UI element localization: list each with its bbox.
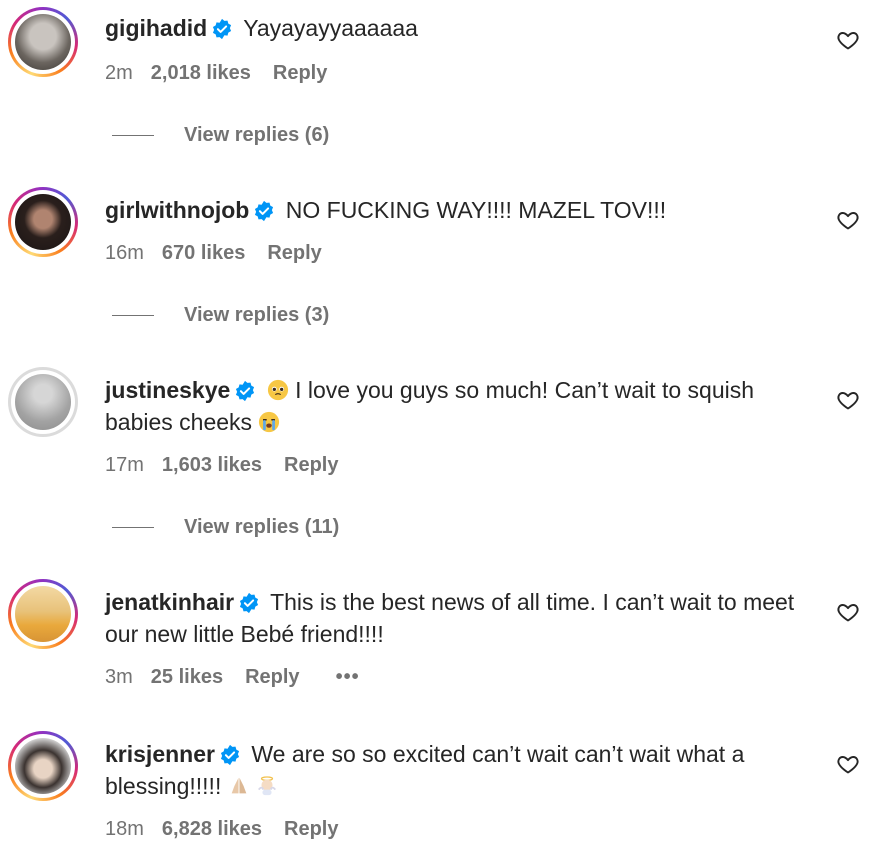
avatar-ring[interactable] — [8, 731, 78, 801]
verified-badge-icon — [240, 592, 259, 614]
divider-line — [112, 135, 154, 137]
divider-line — [112, 527, 154, 529]
comment-text: jenatkinhair This is the best news of al… — [105, 586, 825, 650]
timestamp[interactable]: 17m — [105, 454, 144, 476]
comment-body: NO FUCKING WAY!!!! MAZEL TOV!!! — [285, 197, 667, 223]
timestamp[interactable]: 16m — [105, 242, 144, 264]
view-replies-button[interactable]: View replies (6) — [112, 124, 329, 147]
heart-outline-icon[interactable] — [836, 388, 860, 412]
likes-count[interactable]: 25 likes — [151, 666, 223, 688]
heart-outline-icon[interactable] — [836, 208, 860, 232]
loudly-crying-emoji — [259, 411, 280, 433]
avatar-ring[interactable] — [8, 7, 78, 77]
likes-count[interactable]: 6,828 likes — [162, 818, 262, 840]
heart-outline-icon[interactable] — [836, 600, 860, 624]
reply-button[interactable]: Reply — [273, 62, 327, 84]
timestamp[interactable]: 18m — [105, 818, 144, 840]
verified-badge-icon — [255, 200, 274, 222]
likes-count[interactable]: 1,603 likes — [162, 454, 262, 476]
avatar-ring[interactable] — [8, 367, 78, 437]
avatar[interactable] — [15, 374, 71, 430]
reply-button[interactable]: Reply — [284, 818, 338, 840]
view-replies-label: View replies (11) — [184, 516, 340, 538]
username[interactable]: krisjenner — [105, 741, 215, 767]
reply-button[interactable]: Reply — [245, 666, 299, 688]
view-replies-button[interactable]: View replies (11) — [112, 516, 339, 539]
username[interactable]: gigihadid — [105, 15, 207, 41]
more-options-icon[interactable]: ••• — [336, 666, 360, 688]
username[interactable]: justineskye — [105, 377, 230, 403]
comment-text: girlwithnojob NO FUCKING WAY!!!! MAZEL T… — [105, 194, 825, 226]
avatar[interactable] — [15, 14, 71, 70]
comment-meta: 2m 2,018 likes Reply — [105, 62, 327, 85]
comment-text: gigihadid Yayayayyaaaaaa — [105, 12, 825, 44]
folded-hands-emoji — [231, 777, 247, 794]
pleading-face-emoji — [267, 379, 288, 401]
heart-outline-icon[interactable] — [836, 28, 860, 52]
comment-meta: 18m 6,828 likes Reply — [105, 818, 338, 841]
divider-line — [112, 315, 154, 317]
verified-badge-icon — [236, 380, 255, 402]
avatar[interactable] — [15, 194, 71, 250]
username[interactable]: jenatkinhair — [105, 589, 234, 615]
likes-count[interactable]: 2,018 likes — [151, 62, 251, 84]
likes-count[interactable]: 670 likes — [162, 242, 245, 264]
view-replies-label: View replies (6) — [184, 124, 330, 146]
timestamp[interactable]: 3m — [105, 666, 133, 688]
comment-body: Yayayayyaaaaaa — [243, 15, 418, 41]
reply-button[interactable]: Reply — [284, 454, 338, 476]
comment-meta: 17m 1,603 likes Reply — [105, 454, 338, 477]
view-replies-label: View replies (3) — [184, 304, 330, 326]
avatar[interactable] — [15, 586, 71, 642]
comment-meta: 16m 670 likes Reply — [105, 242, 322, 265]
verified-badge-icon — [220, 744, 240, 766]
avatar[interactable] — [15, 738, 71, 794]
timestamp[interactable]: 2m — [105, 62, 133, 84]
heart-outline-icon[interactable] — [836, 752, 860, 776]
view-replies-button[interactable]: View replies (3) — [112, 304, 329, 327]
comment-meta: 3m 25 likes Reply ••• — [105, 666, 360, 689]
verified-badge-icon — [213, 18, 232, 40]
avatar-ring[interactable] — [8, 579, 78, 649]
baby-angel-emoji — [258, 776, 277, 796]
reply-button[interactable]: Reply — [267, 242, 321, 264]
comment-text: justineskye I love you guys so much! Can… — [105, 374, 825, 438]
username[interactable]: girlwithnojob — [105, 197, 249, 223]
comment-text: krisjenner We are so so excited can’t wa… — [105, 738, 825, 802]
avatar-ring[interactable] — [8, 187, 78, 257]
